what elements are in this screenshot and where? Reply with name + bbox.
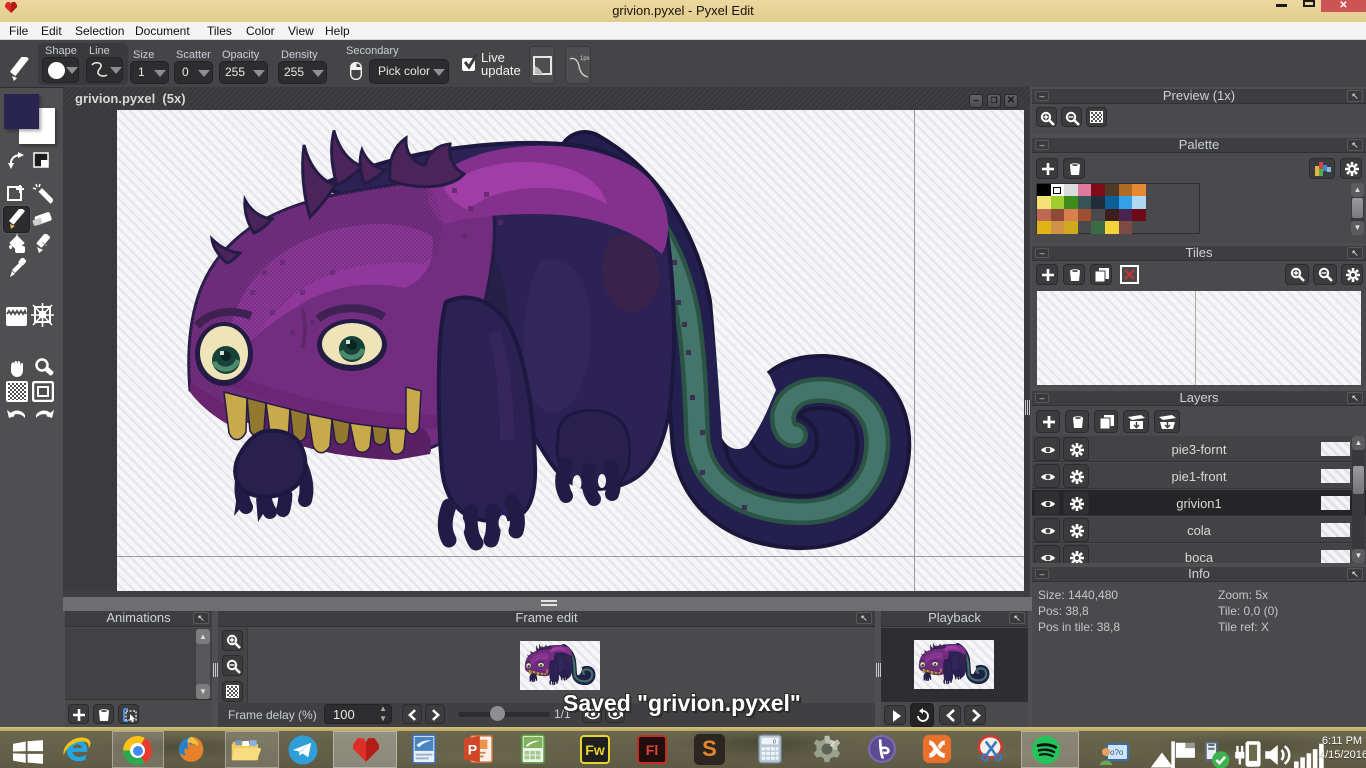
svg-text:0: 0 xyxy=(773,739,776,745)
svg-text:P: P xyxy=(468,742,477,758)
svg-text:1px: 1px xyxy=(580,56,590,62)
svg-text:o?o: o?o xyxy=(1110,748,1124,757)
svg-text:2: 2 xyxy=(830,740,835,749)
